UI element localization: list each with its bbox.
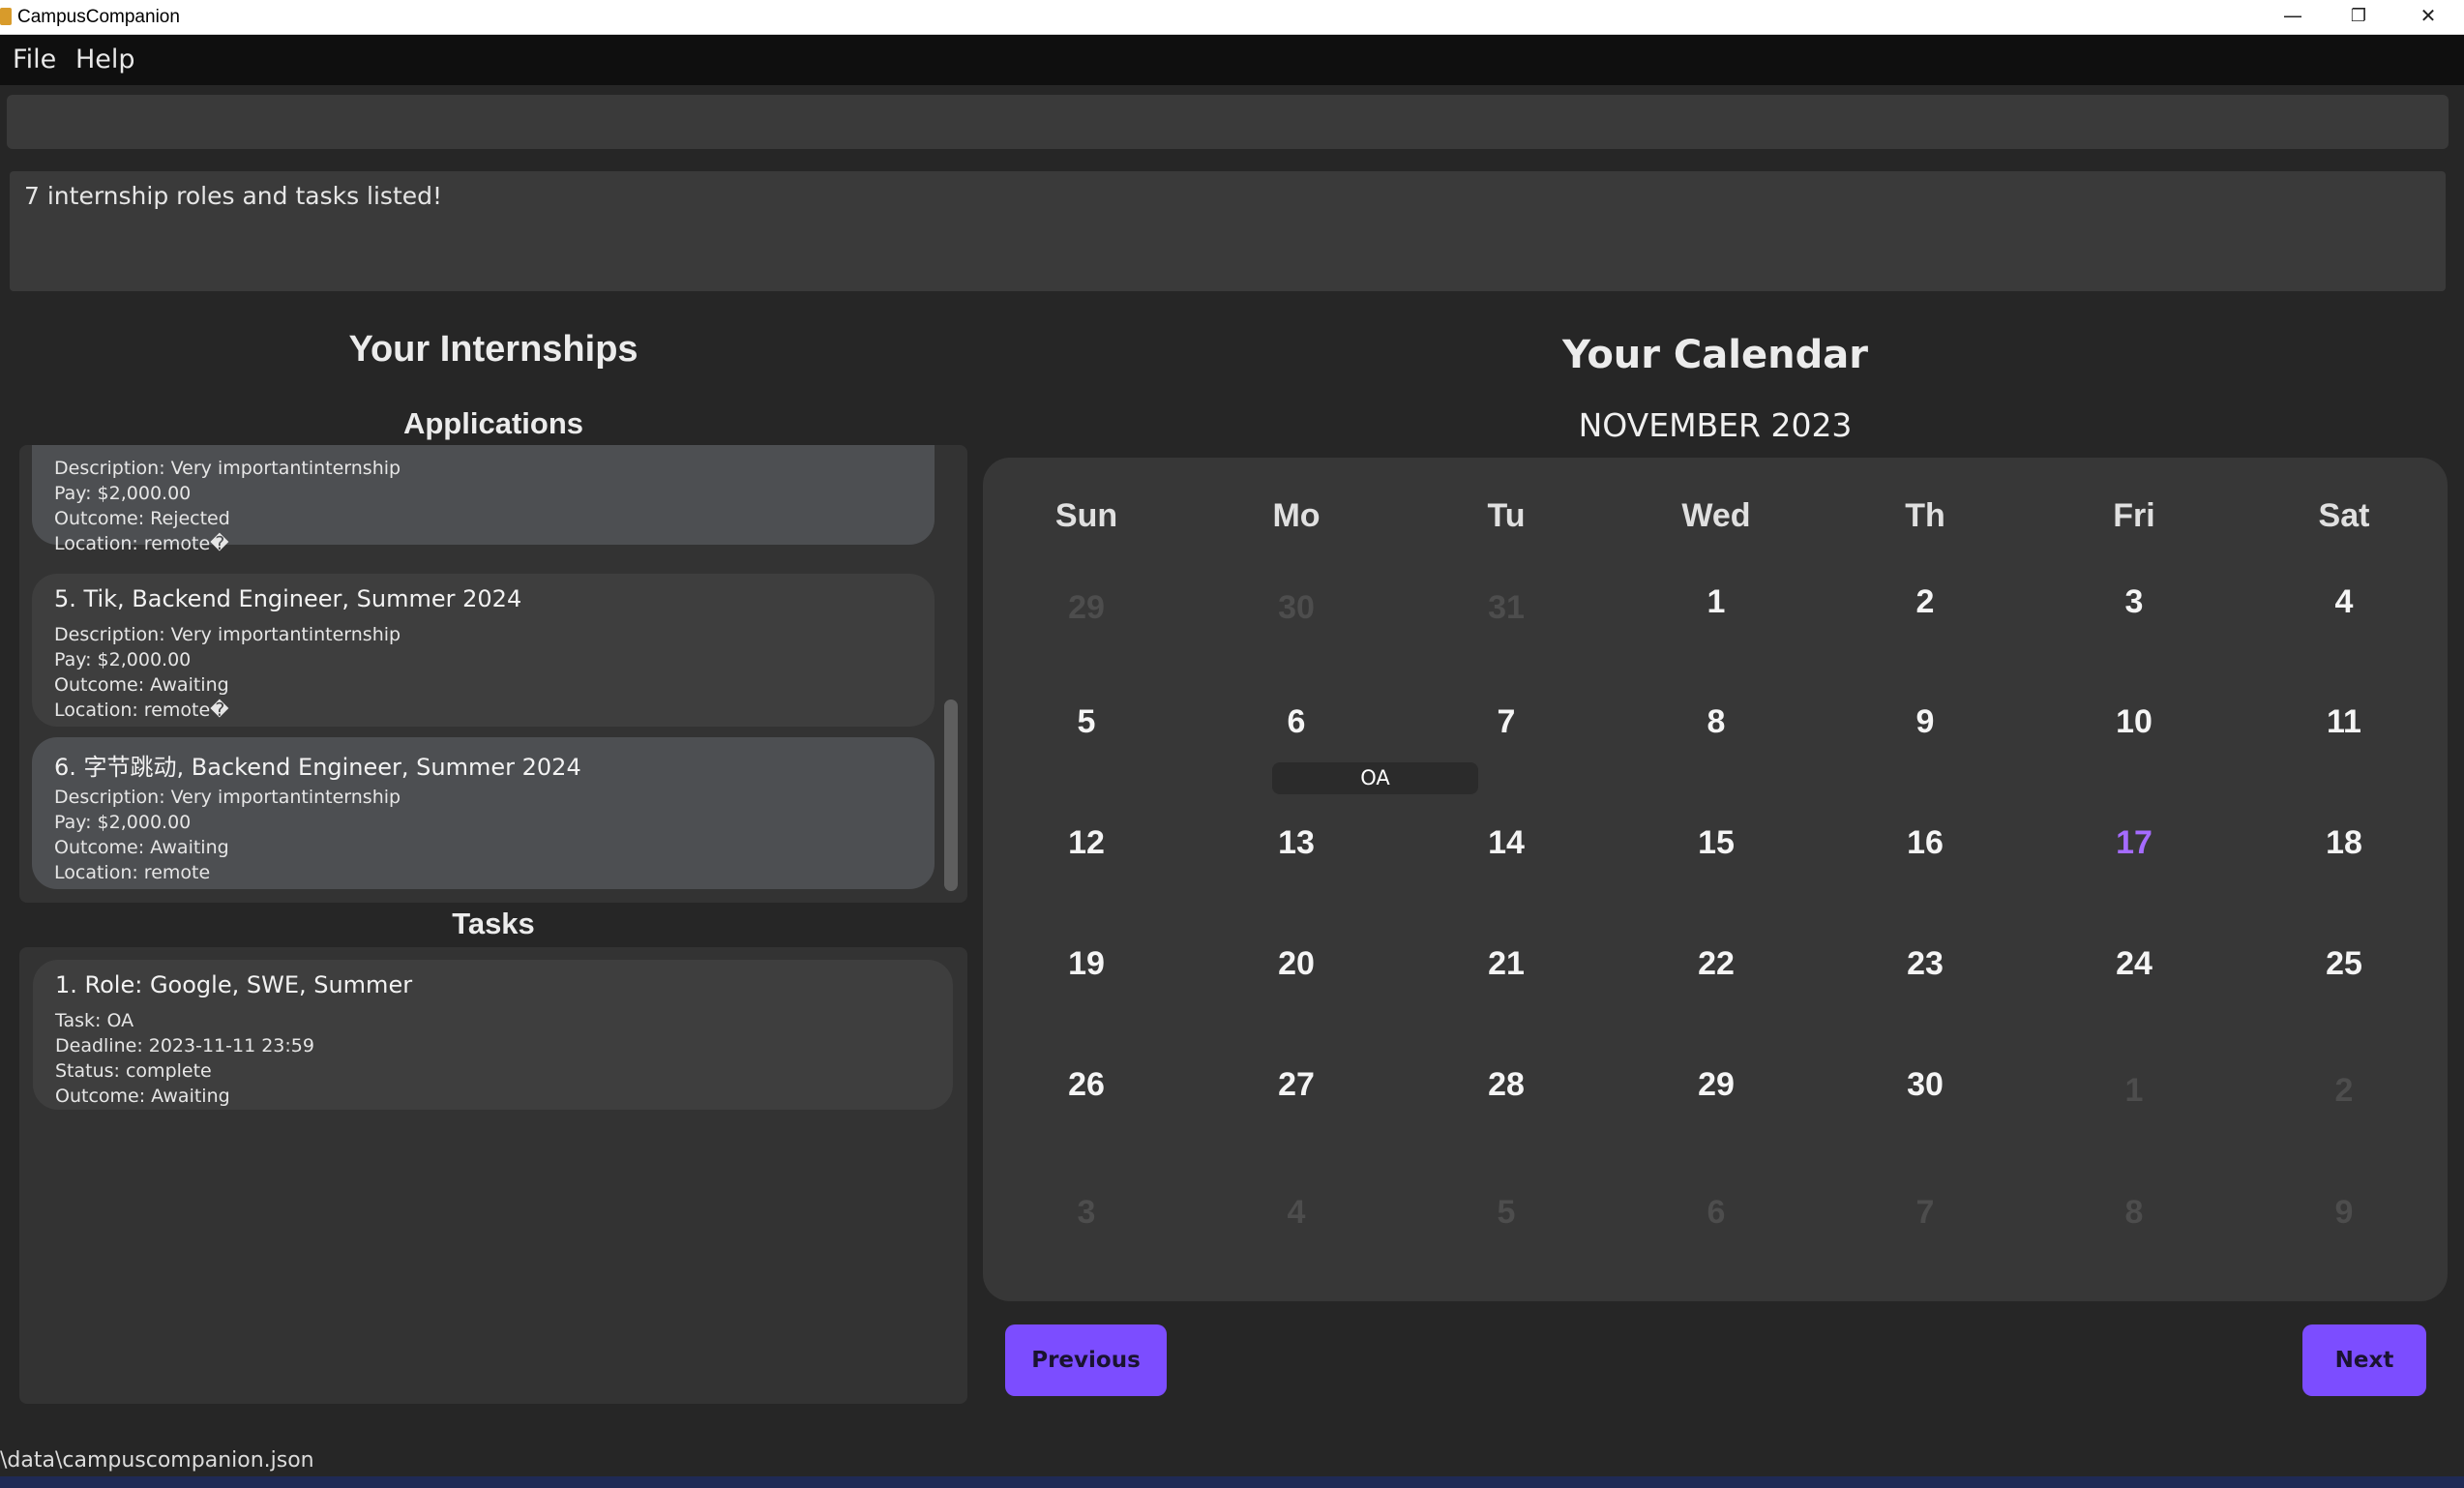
minimize-icon[interactable]: — <box>2260 0 2326 34</box>
application-description: Description: Very importantinternship <box>54 787 401 808</box>
calendar-day[interactable]: 2 <box>1828 583 2022 621</box>
calendar-day[interactable]: 27 <box>1200 1066 1393 1104</box>
application-location: Location: remote� <box>54 533 229 554</box>
calendar-day[interactable]: 23 <box>1828 945 2022 983</box>
taskbar-strip <box>0 1476 2464 1488</box>
menu-bar: File Help <box>0 35 2464 85</box>
task-title: 1. Role: Google, SWE, Summer <box>55 971 413 998</box>
calendar-day[interactable]: 13 <box>1200 824 1393 862</box>
calendar-day[interactable]: 3 <box>990 1194 1183 1232</box>
menu-file[interactable]: File <box>13 45 56 74</box>
next-button[interactable]: Next <box>2302 1324 2426 1396</box>
application-pay: Pay: $2,000.00 <box>54 483 192 504</box>
calendar-day[interactable]: 22 <box>1619 945 1813 983</box>
calendar-day[interactable]: 30 <box>1200 589 1393 627</box>
calendar-day[interactable]: 9 <box>2247 1194 2441 1232</box>
calendar-day[interactable]: 7 <box>1410 703 1603 741</box>
calendar-day[interactable]: 25 <box>2247 945 2441 983</box>
application-pay: Pay: $2,000.00 <box>54 812 192 833</box>
weekday-fri: Fri <box>2113 497 2155 534</box>
calendar-day[interactable]: 4 <box>2247 583 2441 621</box>
calendar-day[interactable]: 15 <box>1619 824 1813 862</box>
calendar-month: NOVEMBER 2023 <box>1578 406 1853 444</box>
calendar-day[interactable]: 6 <box>1200 703 1393 741</box>
calendar-day[interactable]: 11 <box>2247 703 2441 741</box>
tasks-heading: Tasks <box>452 907 535 940</box>
app-icon <box>0 8 12 25</box>
calendar-day[interactable]: 8 <box>2037 1194 2231 1232</box>
calendar-day[interactable]: 5 <box>1410 1194 1603 1232</box>
calendar-day[interactable]: 14 <box>1410 824 1603 862</box>
weekday-tu: Tu <box>1487 497 1526 534</box>
calendar-title: Your Calendar <box>1562 333 1868 377</box>
calendar-day[interactable]: 30 <box>1828 1066 2022 1104</box>
weekday-mo: Mo <box>1272 497 1321 534</box>
calendar-day[interactable]: 18 <box>2247 824 2441 862</box>
applications-scrollbar[interactable] <box>944 699 958 891</box>
task-name: Task: OA <box>55 1010 134 1031</box>
calendar-event-oa[interactable]: OA <box>1272 762 1478 794</box>
tasks-list[interactable]: 1. Role: Google, SWE, Summer Task: OA De… <box>19 947 967 1404</box>
calendar-day[interactable]: 21 <box>1410 945 1603 983</box>
application-outcome: Outcome: Awaiting <box>54 837 229 858</box>
calendar-day[interactable]: 29 <box>1619 1066 1813 1104</box>
result-display: 7 internship roles and tasks listed! <box>10 171 2446 291</box>
calendar-day[interactable]: 17 <box>2037 824 2231 862</box>
result-text: 7 internship roles and tasks listed! <box>24 182 443 210</box>
calendar-day[interactable]: 12 <box>990 824 1183 862</box>
application-title: 6. 字节跳动, Backend Engineer, Summer 2024 <box>54 754 581 781</box>
calendar-day[interactable]: 20 <box>1200 945 1393 983</box>
weekday-th: Th <box>1905 497 1945 534</box>
task-status: Status: complete <box>55 1060 212 1082</box>
application-card-4[interactable]: Description: Very importantinternship Pa… <box>32 445 935 554</box>
applications-heading: Applications <box>402 406 583 440</box>
task-deadline: Deadline: 2023-11-11 23:59 <box>55 1035 314 1056</box>
window-title-bar: CampusCompanion — ❐ ✕ <box>0 0 2464 35</box>
weekday-wed: Wed <box>1681 497 1751 534</box>
applications-list[interactable]: Description: Very importantinternship Pa… <box>19 445 967 903</box>
application-title: 5. Tik, Backend Engineer, Summer 2024 <box>54 585 522 612</box>
calendar-day[interactable]: 29 <box>990 589 1183 627</box>
application-outcome: Outcome: Rejected <box>54 508 230 529</box>
task-card-1[interactable]: 1. Role: Google, SWE, Summer Task: OA De… <box>33 960 953 1110</box>
restore-icon[interactable]: ❐ <box>2326 0 2391 34</box>
calendar-day[interactable]: 6 <box>1619 1194 1813 1232</box>
previous-button[interactable]: Previous <box>1005 1324 1167 1396</box>
weekday-sat: Sat <box>2318 497 2370 534</box>
calendar-day[interactable]: 8 <box>1619 703 1813 741</box>
calendar-day[interactable]: 1 <box>1619 583 1813 621</box>
application-pay: Pay: $2,000.00 <box>54 649 192 670</box>
menu-help[interactable]: Help <box>75 45 135 74</box>
window-title: CampusCompanion <box>17 7 180 27</box>
close-icon[interactable]: ✕ <box>2395 0 2461 34</box>
calendar-day[interactable]: 16 <box>1828 824 2022 862</box>
application-card-5[interactable]: 5. Tik, Backend Engineer, Summer 2024 De… <box>32 574 935 727</box>
calendar-day[interactable]: 5 <box>990 703 1183 741</box>
calendar-day[interactable]: 7 <box>1828 1194 2022 1232</box>
task-outcome: Outcome: Awaiting <box>55 1086 230 1107</box>
calendar-day[interactable]: 3 <box>2037 583 2231 621</box>
calendar-day[interactable]: 28 <box>1410 1066 1603 1104</box>
weekday-sun: Sun <box>1054 497 1118 534</box>
application-location: Location: remote <box>54 862 211 883</box>
calendar-day[interactable]: 26 <box>990 1066 1183 1104</box>
calendar-day[interactable]: 4 <box>1200 1194 1393 1232</box>
calendar-day[interactable]: 31 <box>1410 589 1603 627</box>
calendar-day[interactable]: 9 <box>1828 703 2022 741</box>
application-description: Description: Very importantinternship <box>54 624 401 645</box>
application-location: Location: remote� <box>54 699 229 721</box>
calendar-day[interactable]: 10 <box>2037 703 2231 741</box>
calendar-day[interactable]: 2 <box>2247 1072 2441 1110</box>
internships-title: Your Internships <box>348 329 638 370</box>
command-input[interactable] <box>7 95 2449 149</box>
calendar-day[interactable]: 1 <box>2037 1072 2231 1110</box>
calendar-day[interactable]: 24 <box>2037 945 2231 983</box>
application-card-6[interactable]: 6. 字节跳动, Backend Engineer, Summer 2024 D… <box>32 737 935 889</box>
calendar-day[interactable]: 19 <box>990 945 1183 983</box>
application-description: Description: Very importantinternship <box>54 458 401 479</box>
application-outcome: Outcome: Awaiting <box>54 674 229 696</box>
status-bar-path: \data\campuscompanion.json <box>0 1448 314 1473</box>
